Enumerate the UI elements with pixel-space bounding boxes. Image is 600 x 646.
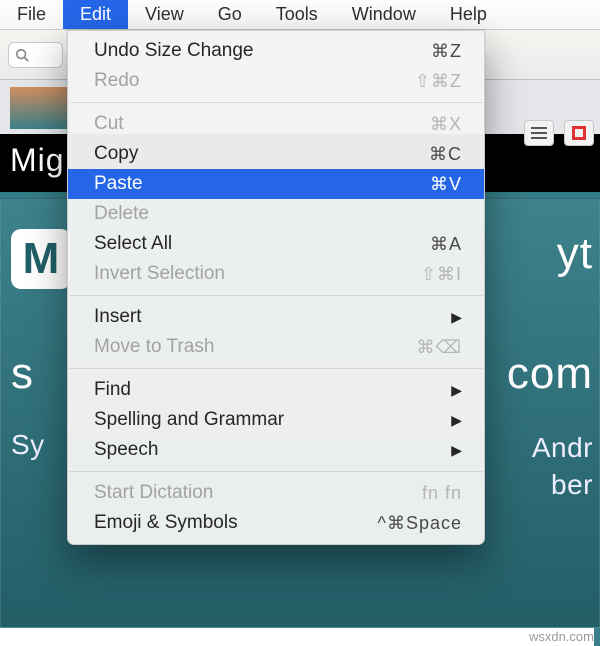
magnifier-icon — [15, 48, 29, 62]
menu-separator — [69, 295, 483, 296]
menu-copy[interactable]: Copy ⌘C — [68, 139, 484, 169]
edit-menu-dropdown: Undo Size Change ⌘Z Redo ⇧⌘Z Cut ⌘X Copy… — [67, 30, 485, 545]
bg-text-fragment: com — [507, 349, 593, 399]
menu-spelling-grammar[interactable]: Spelling and Grammar ▶ — [68, 405, 484, 435]
menubar-window[interactable]: Window — [335, 0, 433, 29]
menu-delete[interactable]: Delete — [68, 199, 484, 229]
search-input[interactable] — [8, 42, 63, 68]
menu-emoji-symbols[interactable]: Emoji & Symbols ^⌘Space — [68, 508, 484, 538]
menubar-edit[interactable]: Edit — [63, 0, 128, 29]
banner-text-fragment: Mig — [10, 142, 65, 178]
bg-text-fragment: Andr — [532, 432, 593, 464]
menu-separator — [69, 471, 483, 472]
menu-separator — [69, 102, 483, 103]
menubar-go[interactable]: Go — [201, 0, 259, 29]
chevron-right-icon: ▶ — [451, 309, 462, 326]
system-menubar: File Edit View Go Tools Window Help — [0, 0, 600, 30]
markup-shape-button[interactable] — [564, 120, 594, 146]
right-tool-group — [524, 120, 594, 146]
menubar-help[interactable]: Help — [433, 0, 504, 29]
chevron-right-icon: ▶ — [451, 412, 462, 429]
bg-text-fragment: ber — [551, 469, 593, 501]
menu-insert[interactable]: Insert ▶ — [68, 302, 484, 332]
menu-paste[interactable]: Paste ⌘V — [68, 169, 484, 199]
menu-redo[interactable]: Redo ⇧⌘Z — [68, 66, 484, 96]
menubar-tools[interactable]: Tools — [259, 0, 335, 29]
menu-speech[interactable]: Speech ▶ — [68, 435, 484, 465]
bg-text-fragment: Sy — [11, 429, 45, 461]
watermark: wsxdn.com — [0, 628, 594, 646]
bg-text-fragment: s — [11, 349, 34, 399]
menu-select-all[interactable]: Select All ⌘A — [68, 229, 484, 259]
list-view-button[interactable] — [524, 120, 554, 146]
menu-invert-selection[interactable]: Invert Selection ⇧⌘I — [68, 259, 484, 289]
page-thumbnail[interactable] — [10, 87, 70, 129]
bg-text-fragment: yt — [557, 229, 593, 279]
menubar-file[interactable]: File — [0, 0, 63, 29]
menu-undo[interactable]: Undo Size Change ⌘Z — [68, 36, 484, 66]
menu-move-to-trash[interactable]: Move to Trash ⌘⌫ — [68, 332, 484, 362]
menu-cut[interactable]: Cut ⌘X — [68, 109, 484, 139]
menu-separator — [69, 368, 483, 369]
menu-find[interactable]: Find ▶ — [68, 375, 484, 405]
chevron-right-icon: ▶ — [451, 382, 462, 399]
site-logo: M — [11, 229, 71, 289]
menubar-view[interactable]: View — [128, 0, 201, 29]
chevron-right-icon: ▶ — [451, 442, 462, 459]
menu-start-dictation[interactable]: Start Dictation fn fn — [68, 478, 484, 508]
